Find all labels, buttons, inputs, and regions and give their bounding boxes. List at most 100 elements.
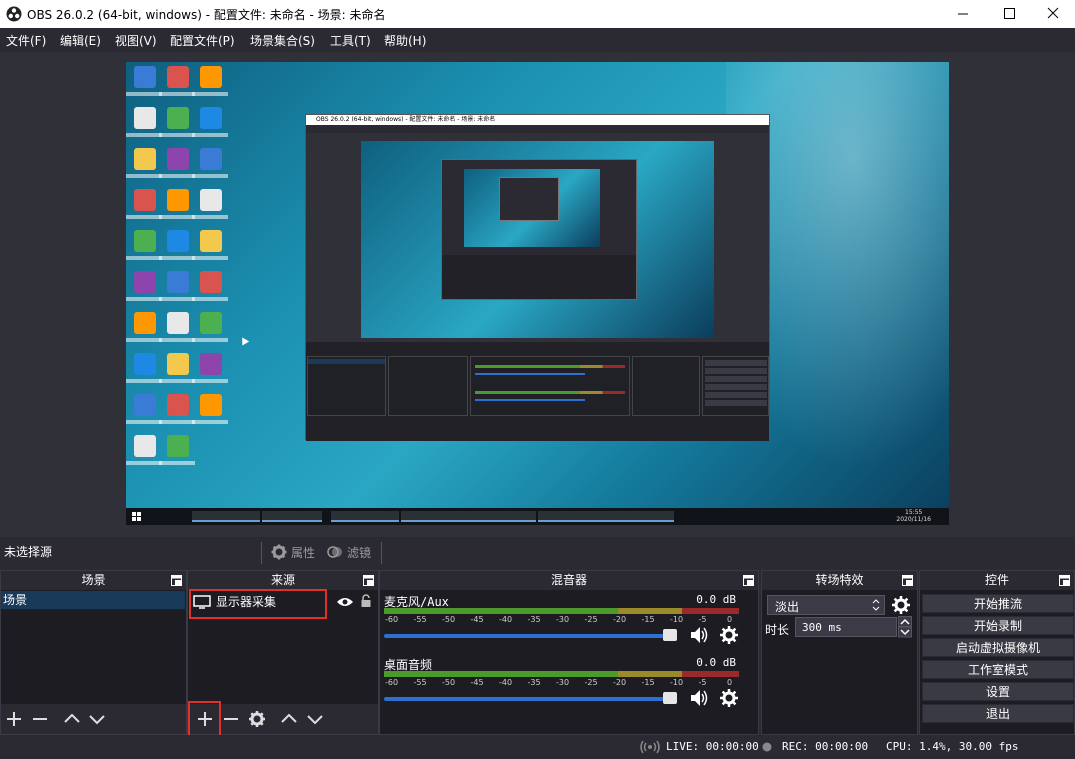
desktop-shortcut-icon bbox=[134, 312, 156, 334]
desktop-shortcut-icon bbox=[200, 271, 222, 293]
transition-settings-gear-icon[interactable] bbox=[891, 595, 911, 615]
volume-slider-handle[interactable] bbox=[663, 629, 677, 641]
broadcast-icon bbox=[640, 740, 660, 754]
desktop-shortcut-icon bbox=[200, 353, 222, 375]
meter-tick-label: -10 bbox=[670, 615, 684, 624]
menu-tools[interactable]: 工具(T) bbox=[330, 32, 371, 49]
sources-dock-title: 来源 bbox=[188, 571, 378, 590]
nested-controls-panel bbox=[702, 356, 769, 416]
meter-tick-label: -5 bbox=[698, 615, 707, 624]
volume-slider[interactable] bbox=[384, 634, 674, 638]
start-recording-button[interactable]: 开始录制 bbox=[922, 616, 1074, 635]
meter-segment bbox=[682, 671, 739, 677]
menu-file[interactable]: 文件(F) bbox=[6, 32, 46, 49]
scenes-dock: 场景 场景 bbox=[0, 570, 187, 735]
desktop-shortcut-icon bbox=[167, 66, 189, 88]
remove-source-icon[interactable] bbox=[222, 710, 240, 728]
mixer-dock-title: 混音器 bbox=[380, 571, 758, 590]
menu-edit[interactable]: 编辑(E) bbox=[60, 32, 101, 49]
menu-profile[interactable]: 配置文件(P) bbox=[170, 32, 235, 49]
close-button[interactable] bbox=[1029, 0, 1075, 28]
menu-help[interactable]: 帮助(H) bbox=[384, 32, 426, 49]
move-up-icon[interactable] bbox=[280, 710, 298, 728]
desktop-shortcut-icon bbox=[134, 230, 156, 252]
move-down-icon[interactable] bbox=[88, 710, 106, 728]
undock-icon[interactable] bbox=[743, 575, 754, 586]
meter-segment bbox=[384, 671, 618, 677]
undock-icon[interactable] bbox=[363, 575, 374, 586]
meter-tick-label: -25 bbox=[584, 615, 598, 624]
desktop-shortcut-label bbox=[126, 338, 162, 342]
nested-window-title: OBS 26.0.2 (64-bit, windows) - 配置文件: 未命名… bbox=[306, 115, 769, 125]
properties-label: 属性 bbox=[291, 545, 316, 560]
menu-view[interactable]: 视图(V) bbox=[115, 32, 157, 49]
meter-tick-label: -35 bbox=[527, 678, 541, 687]
desktop-shortcut-label bbox=[126, 297, 162, 301]
meter-tick-label: -10 bbox=[670, 678, 684, 687]
meter-tick-label: -50 bbox=[442, 615, 456, 624]
volume-slider[interactable] bbox=[384, 697, 674, 701]
move-down-icon[interactable] bbox=[306, 710, 324, 728]
sources-dock: 来源 显示器采集 bbox=[187, 570, 379, 737]
menu-scene-collection[interactable]: 场景集合(S) bbox=[250, 32, 315, 49]
desktop-shortcut-icon bbox=[167, 353, 189, 375]
obs-logo-icon bbox=[6, 6, 22, 22]
speaker-icon[interactable] bbox=[689, 688, 709, 708]
undock-icon[interactable] bbox=[902, 575, 913, 586]
maximize-button[interactable] bbox=[986, 0, 1032, 28]
start-virtual-camera-button[interactable]: 启动虚拟摄像机 bbox=[922, 638, 1074, 657]
desktop-shortcut-icon bbox=[200, 66, 222, 88]
meter-tick-label: -20 bbox=[613, 615, 627, 624]
duration-spinbox[interactable]: 300 ms bbox=[795, 617, 897, 637]
start-streaming-button[interactable]: 开始推流 bbox=[922, 594, 1074, 613]
volume-meter bbox=[384, 608, 739, 614]
source-properties-gear-icon[interactable] bbox=[248, 710, 266, 728]
preview-taskbar: 15:55 2020/11/16 bbox=[126, 508, 949, 525]
minimize-button[interactable] bbox=[940, 0, 986, 28]
desktop-shortcut-label bbox=[192, 297, 228, 301]
channel-settings-gear-icon[interactable] bbox=[719, 625, 739, 645]
desktop-shortcut-label bbox=[192, 338, 228, 342]
channel-settings-gear-icon[interactable] bbox=[719, 688, 739, 708]
duration-label: 时长 bbox=[765, 623, 790, 637]
speaker-icon[interactable] bbox=[689, 625, 709, 645]
move-up-icon[interactable] bbox=[63, 710, 81, 728]
windows-start-icon bbox=[132, 512, 141, 521]
channel-db: 0.0 dB bbox=[696, 656, 736, 669]
desktop-shortcut-label bbox=[159, 338, 195, 342]
meter-tick-label: -45 bbox=[470, 678, 484, 687]
transition-select[interactable]: 淡出 bbox=[767, 595, 885, 615]
studio-mode-button[interactable]: 工作室模式 bbox=[922, 660, 1074, 679]
desktop-shortcut-label bbox=[126, 92, 162, 96]
desktop-shortcut-icon bbox=[134, 435, 156, 457]
spin-arrows-icon[interactable] bbox=[898, 616, 912, 638]
filters-button[interactable]: 滤镜 bbox=[327, 541, 371, 563]
taskbar-item bbox=[401, 511, 469, 522]
desktop-shortcut-label bbox=[126, 133, 162, 137]
desktop-shortcut-label bbox=[126, 174, 162, 178]
desktop-shortcut-label bbox=[159, 297, 195, 301]
desktop-shortcut-label bbox=[159, 174, 195, 178]
undock-icon[interactable] bbox=[1059, 575, 1070, 586]
volume-slider-handle[interactable] bbox=[663, 692, 677, 704]
visibility-eye-icon[interactable] bbox=[336, 596, 354, 608]
transitions-dock-title: 转场特效 bbox=[762, 571, 917, 590]
remove-scene-icon[interactable] bbox=[31, 710, 49, 728]
scenes-toolbar bbox=[1, 704, 186, 734]
undock-icon[interactable] bbox=[171, 575, 182, 586]
controls-dock: 控件 开始推流 开始录制 启动虚拟摄像机 工作室模式 设置 退出 bbox=[919, 570, 1075, 735]
title-bar: OBS 26.0.2 (64-bit, windows) - 配置文件: 未命名… bbox=[0, 0, 1075, 28]
settings-button[interactable]: 设置 bbox=[922, 682, 1074, 701]
scene-list-item[interactable]: 场景 bbox=[1, 591, 185, 609]
lock-icon[interactable] bbox=[360, 594, 372, 608]
desktop-shortcut-icon bbox=[200, 230, 222, 252]
preview-area[interactable]: OBS 26.0.2 (64-bit, windows) - 配置文件: 未命名… bbox=[0, 52, 1075, 537]
add-scene-icon[interactable] bbox=[5, 710, 23, 728]
desktop-shortcut-label bbox=[192, 174, 228, 178]
exit-button[interactable]: 退出 bbox=[922, 704, 1074, 723]
meter-tick-label: -35 bbox=[527, 615, 541, 624]
properties-button[interactable]: 属性 bbox=[271, 541, 315, 563]
taskbar-item bbox=[468, 511, 536, 522]
nested-screen bbox=[361, 141, 714, 338]
filters-label: 滤镜 bbox=[347, 545, 372, 560]
